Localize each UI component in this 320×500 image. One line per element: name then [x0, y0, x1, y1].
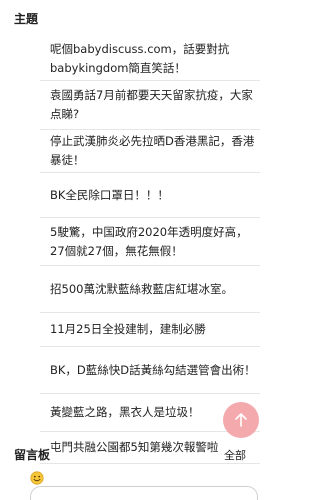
list-item[interactable]: 袁國勇話7月前都要天天留家抗疫，大家点睇? [40, 81, 260, 130]
guestbook-title: 留言板 [14, 448, 51, 462]
list-item[interactable]: 呢個babydiscuss.com，話要對抗babykingdom簡直笑話！ [40, 38, 260, 81]
topic-list: 呢個babydiscuss.com，話要對抗babykingdom簡直笑話！ 袁… [40, 38, 260, 464]
comment-input[interactable] [30, 486, 258, 500]
topic-title: BK，D藍絲快D話黃絲勾結選管會出術！ [50, 362, 256, 377]
list-item[interactable]: 11月25日全投建制，建制必勝 [40, 313, 260, 347]
topic-title: 屯門共融公園都5知第幾次報警啦 [50, 440, 219, 454]
topic-title: 5駛驚，中国政府2020年透明度好高，27個就27個，無花無假！ [50, 224, 248, 258]
topic-title: 招500萬沈默藍絲救藍店紅堪冰室。 [50, 281, 233, 296]
list-item[interactable]: BK，D藍絲快D話黃絲勾結選管會出術！ [40, 347, 260, 394]
page-title: 主題 [14, 12, 39, 26]
list-item[interactable]: BK全民除口罩日！！！ [40, 173, 260, 218]
list-item[interactable]: 5駛驚，中国政府2020年透明度好高，27個就27個，無花無假！ [40, 218, 260, 266]
arrow-up-icon [235, 413, 247, 427]
list-item[interactable]: 停止武漢肺炎必先拉晒D香港黑記，香港暴徒！ [40, 130, 260, 173]
topic-title: 停止武漢肺炎必先拉晒D香港黑記，香港暴徒！ [50, 134, 255, 167]
topic-title: 黃變藍之路，黑衣人是垃圾！ [50, 405, 200, 419]
topic-title: BK全民除口罩日！！！ [50, 187, 169, 202]
topic-title: 呢個babydiscuss.com，話要對抗babykingdom簡直笑話！ [50, 42, 230, 75]
topic-title: 11月25日全投建制，建制必勝 [50, 322, 206, 336]
emoji-button[interactable] [30, 470, 44, 485]
topic-title: 袁國勇話7月前都要天天留家抗疫，大家点睇? [50, 88, 253, 121]
scroll-top-button[interactable] [223, 402, 259, 438]
view-all-link[interactable]: 全部 [224, 447, 246, 463]
list-item[interactable]: 招500萬沈默藍絲救藍店紅堪冰室。 [40, 266, 260, 313]
smiley-icon [30, 471, 44, 485]
